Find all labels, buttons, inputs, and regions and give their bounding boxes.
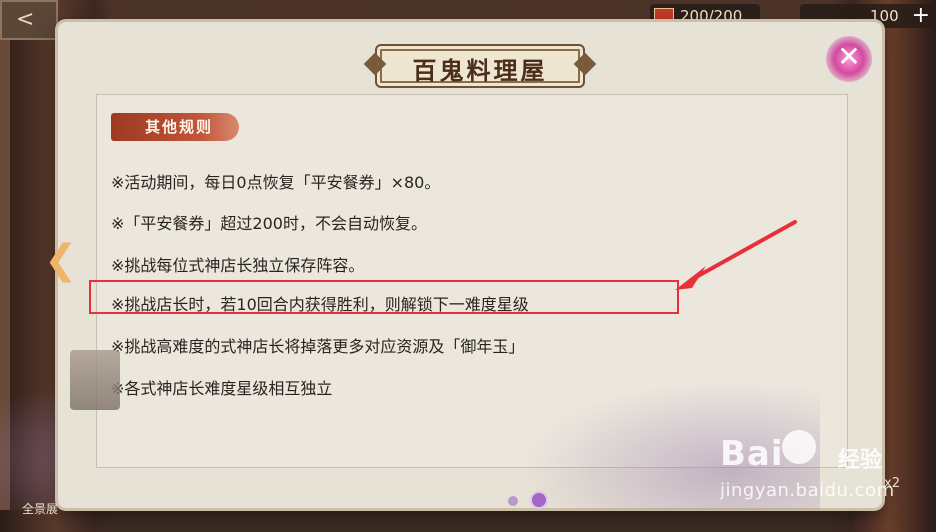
page-dot-1[interactable]: [508, 496, 518, 506]
lantern-decoration: [70, 350, 120, 410]
rule-line: ※「平安餐券」超过200时，不会自动恢复。: [111, 214, 427, 233]
panorama-label: 全景展: [22, 502, 59, 516]
back-arrow-icon: <: [16, 7, 35, 32]
rule-line: ※挑战每位式神店长独立保存阵容。: [111, 256, 365, 275]
section-header: 其他规则: [111, 113, 239, 141]
paw-icon: [782, 430, 816, 464]
rule-line: ※活动期间，每日0点恢复「平安餐券」×80。: [111, 173, 441, 192]
prev-page-arrow-icon[interactable]: ❮: [44, 238, 78, 282]
add-currency-button[interactable]: +: [912, 4, 930, 28]
dialog-title: 百鬼料理屋: [412, 56, 548, 85]
back-button[interactable]: <: [0, 0, 58, 40]
rule-line: ※各式神店长难度星级相互独立: [111, 379, 333, 398]
close-icon: ✕: [837, 40, 861, 73]
close-button[interactable]: ✕: [826, 36, 872, 82]
baidu-watermark: Bai 经验 jingyan.baidu.com: [720, 430, 930, 520]
watermark-brand: Bai: [720, 434, 784, 474]
watermark-url: jingyan.baidu.com: [720, 480, 895, 501]
annotation-highlight-box: [89, 280, 679, 314]
section-title: 其他规则: [145, 118, 214, 136]
rule-line: ※挑战高难度的式神店长将掉落更多对应资源及「御年玉」: [111, 337, 525, 356]
watermark-jingyan: 经验: [838, 448, 883, 473]
title-plaque: 百鬼料理屋: [375, 44, 585, 88]
